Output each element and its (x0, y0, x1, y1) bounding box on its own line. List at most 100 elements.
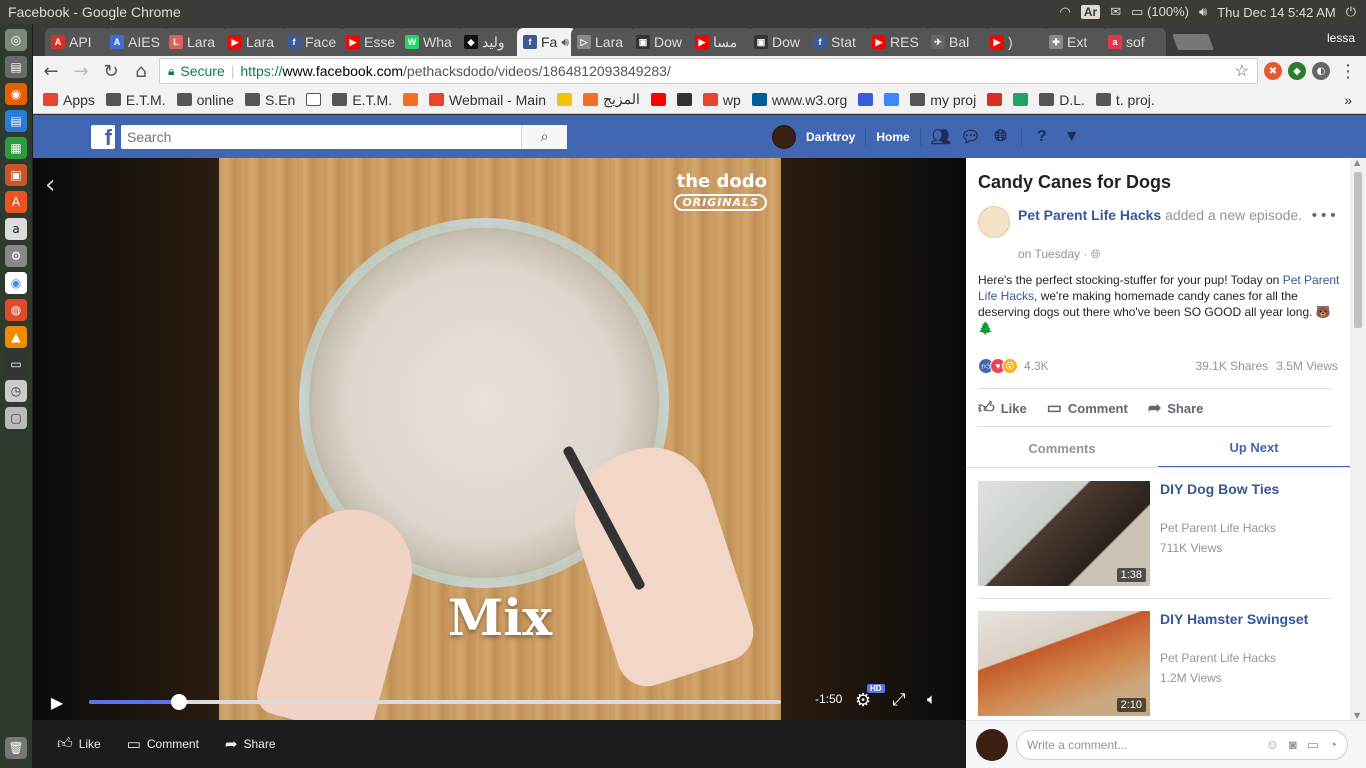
bookmark-item[interactable]: my proj (910, 92, 976, 108)
share-button[interactable]: ➦ Share (225, 735, 276, 753)
battery-indicator[interactable]: ▭ (100%) (1131, 4, 1189, 20)
browser-tab[interactable]: f Face (281, 28, 346, 56)
play-icon[interactable]: ▶ (47, 692, 67, 712)
video-thumbnail[interactable]: 1:38 (978, 481, 1150, 586)
launcher-dash-icon[interactable]: ◎ (5, 29, 27, 51)
browser-tab[interactable]: f Stat (807, 28, 872, 56)
address-bar[interactable]: 🔒︎ Secure | https://www.facebook.com/pet… (159, 58, 1258, 84)
notifications-globe-icon[interactable]: 🌐︎ (991, 127, 1011, 147)
browser-tab[interactable]: ◆ وليد (458, 28, 523, 56)
comment-input[interactable]: Write a comment... ☺ ◙ ▭ ◔ (1016, 729, 1348, 760)
bookmark-item[interactable]: www.w3.org (751, 92, 847, 108)
emoji-icon[interactable]: ☺ (1266, 737, 1279, 752)
launcher-impress-icon[interactable]: ▣ (5, 164, 27, 186)
more-options-icon[interactable]: ••• (1310, 208, 1338, 224)
fullscreen-icon[interactable]: ⤢ (892, 690, 906, 710)
clock[interactable]: Thu Dec 14 5:42 AM (1217, 5, 1336, 20)
launcher-terminal-icon[interactable]: ▭ (5, 353, 27, 375)
browser-tab[interactable]: L Lara (163, 28, 228, 56)
home-button[interactable]: ⌂ (129, 59, 153, 83)
video-frame[interactable]: the dodo ORIGINALS Mix (219, 158, 781, 720)
up-next-page[interactable]: Pet Parent Life Hacks (1160, 651, 1276, 665)
back-chevron-icon[interactable]: ‹ (45, 170, 55, 200)
launcher-trash-icon[interactable]: 🗑︎ (5, 737, 27, 759)
avatar[interactable] (772, 124, 796, 149)
bookmark-item[interactable]: t. proj. (1095, 92, 1155, 108)
launcher-software-center-icon[interactable]: A (5, 191, 27, 213)
launcher-clock-icon[interactable]: ◷ (5, 380, 27, 402)
bookmark-item[interactable]: Webmail - Main (429, 92, 546, 108)
friend-requests-icon[interactable]: 👥︎ (931, 127, 951, 147)
browser-tab[interactable]: ✚ Ext (1043, 28, 1108, 56)
launcher-writer-icon[interactable]: ▤ (5, 110, 27, 132)
browser-tab[interactable]: fFa🔊︎× (517, 28, 577, 56)
post-share-button[interactable]: ➦ Share (1148, 398, 1204, 418)
extension-icon-2[interactable]: ◆ (1288, 62, 1306, 80)
avatar[interactable] (976, 728, 1008, 761)
wow-reaction-icon[interactable]: 😮︎ (1002, 358, 1018, 374)
facebook-logo[interactable]: f (91, 124, 115, 149)
bookmark-item[interactable]: E.T.M. (105, 92, 166, 108)
bookmark-item[interactable]: D.L. (1039, 92, 1085, 108)
launcher-app-icon[interactable]: ◍ (5, 299, 27, 321)
help-icon[interactable]: ? (1032, 127, 1052, 147)
volume-icon[interactable]: 🔈︎ (927, 690, 936, 708)
browser-tab[interactable]: ▣ Dow (748, 28, 813, 56)
browser-tab[interactable]: ▶ Lara (222, 28, 287, 56)
bookmark-item[interactable]: Apps (43, 92, 95, 108)
new-tab-button[interactable] (1172, 34, 1214, 50)
account-menu-icon[interactable]: ▼ (1062, 127, 1082, 147)
tab-up-next[interactable]: Up Next (1158, 428, 1350, 468)
mail-icon[interactable]: ✉ (1110, 4, 1121, 20)
scroll-up-icon[interactable]: ▲ (1354, 158, 1360, 167)
bookmark-item[interactable] (1013, 93, 1029, 106)
chrome-menu-icon[interactable]: ⋮ (1336, 59, 1360, 83)
browser-tab[interactable]: ▷ Lara (571, 28, 636, 56)
post-like-button[interactable]: 👍︎ Like (978, 398, 1027, 418)
keyboard-layout-indicator[interactable]: Ar (1080, 5, 1101, 19)
video-thumbnail[interactable]: 2:10 (978, 611, 1150, 716)
up-next-item[interactable]: 2:10 DIY Hamster Swingset Pet Parent Lif… (978, 611, 1338, 716)
launcher-firefox-icon[interactable]: ◉ (5, 83, 27, 105)
reactions-count[interactable]: 4.3K (1024, 359, 1049, 373)
like-button[interactable]: 👍︎ Like (57, 735, 101, 753)
bookmarks-overflow-button[interactable]: » (1344, 92, 1366, 108)
browser-tab[interactable]: ▶ RES (866, 28, 931, 56)
home-link[interactable]: Home (876, 130, 909, 144)
comment-button[interactable]: ▭ Comment (127, 735, 199, 753)
extension-icon-1[interactable]: ✖ (1264, 62, 1282, 80)
browser-tab[interactable]: W Wha (399, 28, 464, 56)
progress-bar[interactable] (89, 694, 781, 710)
launcher-vlc-icon[interactable]: ▲ (5, 326, 27, 348)
forward-button[interactable]: → (69, 59, 93, 83)
gif-icon[interactable]: ▭ (1307, 737, 1319, 753)
up-next-page[interactable]: Pet Parent Life Hacks (1160, 521, 1276, 535)
bookmark-item[interactable]: wp (702, 92, 741, 108)
up-next-title[interactable]: DIY Hamster Swingset (1160, 611, 1308, 627)
post-comment-button[interactable]: ▭ Comment (1047, 398, 1128, 418)
profile-link[interactable]: Darktroy (806, 130, 855, 144)
bookmark-item[interactable] (306, 93, 322, 106)
side-scrollbar[interactable]: ▲ ▼ (1350, 158, 1366, 720)
browser-tab[interactable]: ▶ مسا (689, 28, 754, 56)
post-time[interactable]: on Tuesday · (1018, 247, 1087, 261)
shares-count[interactable]: 39.1K Shares (1195, 359, 1268, 373)
launcher-screenshot-icon[interactable]: ▢ (5, 407, 27, 429)
bookmark-item[interactable] (676, 93, 692, 106)
bookmark-item[interactable] (884, 93, 900, 106)
bookmark-item[interactable] (557, 93, 572, 106)
profile-button[interactable]: lessa (1316, 26, 1366, 50)
page-avatar[interactable] (978, 206, 1010, 238)
browser-tab[interactable]: ▣ Dow (630, 28, 695, 56)
power-icon[interactable]: ⏻ (1346, 4, 1356, 20)
back-button[interactable]: ← (39, 59, 63, 83)
browser-tab[interactable]: ▶) (984, 28, 1049, 56)
bookmark-item[interactable]: online (176, 92, 234, 108)
browser-tab[interactable]: a sof (1102, 28, 1167, 56)
up-next-item[interactable]: 1:38 DIY Dog Bow Ties Pet Parent Life Ha… (978, 481, 1338, 586)
bookmark-item[interactable]: E.T.M. (332, 92, 392, 108)
extension-icon-3[interactable]: ◐ (1312, 62, 1330, 80)
wifi-icon[interactable]: ◠ (1060, 4, 1071, 20)
bookmark-item[interactable] (403, 93, 418, 106)
reload-button[interactable]: ↻ (99, 59, 123, 83)
